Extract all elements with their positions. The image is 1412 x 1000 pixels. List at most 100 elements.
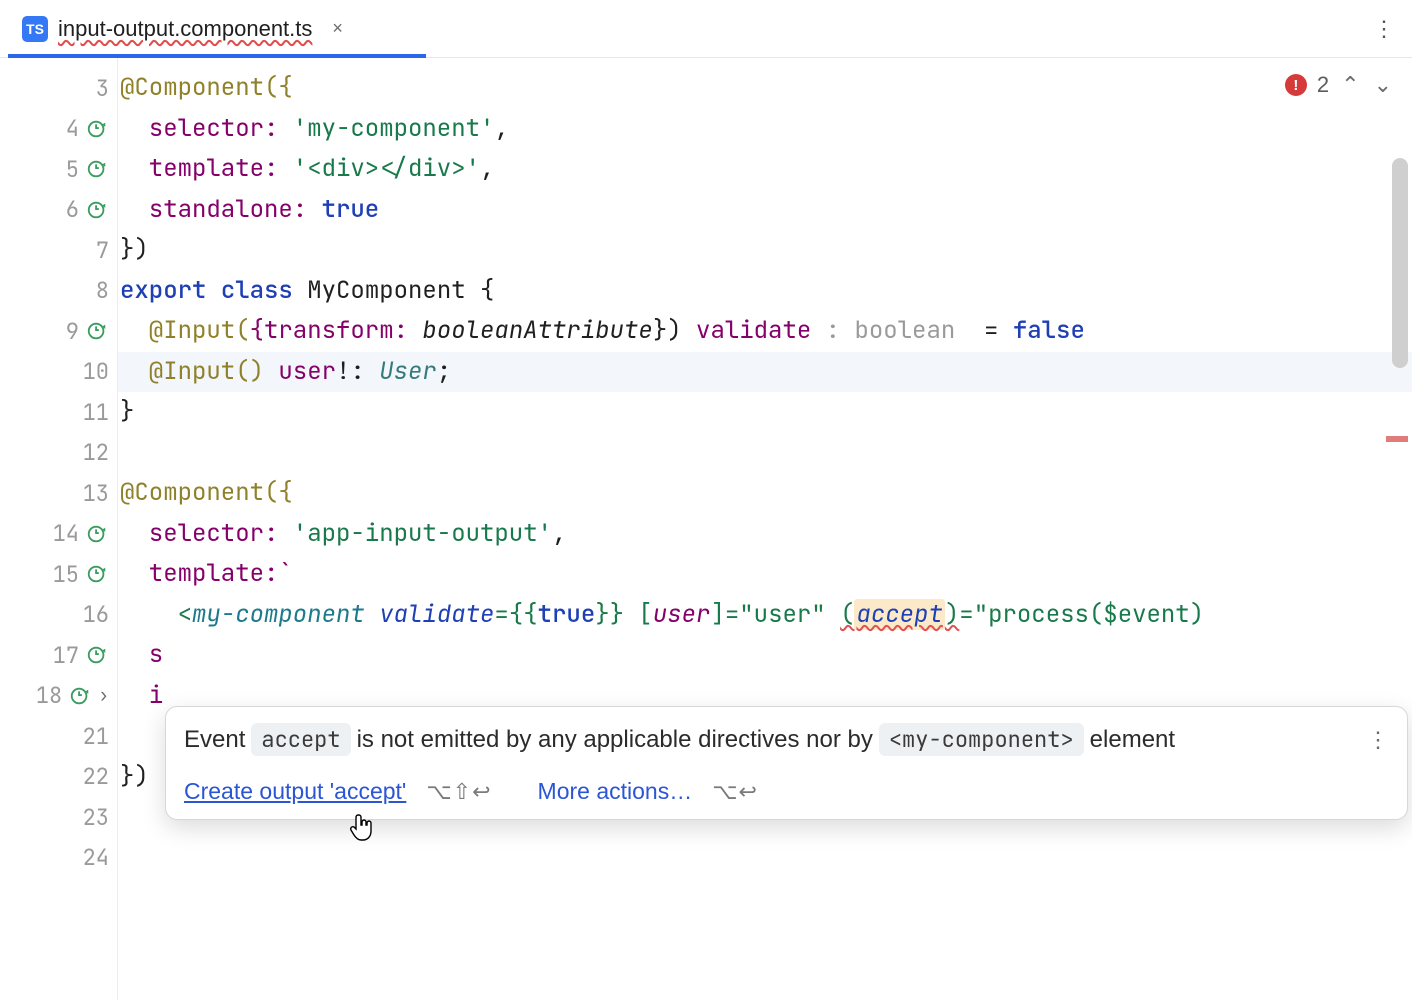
next-error-icon[interactable]: ⌄ [1372,72,1394,98]
code-text [826,599,840,630]
code-text: standalone: [120,194,322,225]
code-text: = [970,315,1013,346]
code-error-token: accept [854,599,944,630]
code-text: User [379,356,437,387]
line-number: 3 [83,74,109,103]
code-text: validate [379,599,494,630]
error-icon: ! [1285,74,1307,96]
code-text: ) [667,315,696,346]
code-text: = [959,599,973,630]
line-number: 9 [53,317,79,346]
problems-widget[interactable]: ! 2 ⌃ ⌄ [1285,72,1394,98]
line-number: 18 [36,681,62,710]
line-number: 11 [83,398,109,427]
editor-tab[interactable]: TS input-output.component.ts × [8,0,357,57]
inspection-message: Event accept is not emitted by any appli… [184,723,1389,756]
code-text: i [120,680,163,711]
code-text: '<div></div>' [293,153,480,184]
code-text: validate [696,315,826,346]
code-text: @Component({ [120,72,293,103]
line-number: 4 [53,114,79,143]
line-number: 23 [83,803,109,832]
gutter: 3 4 5 6 7 8 9 10 11 12 13 14 15 16 17 18… [0,58,118,1000]
code-text: ) [945,599,959,630]
code-text: template: [120,153,293,184]
tab-options-icon[interactable]: ⋮ [1363,10,1404,48]
error-stripe-mark[interactable] [1386,436,1408,442]
code-text: true [538,599,596,630]
editor: 3 4 5 6 7 8 9 10 11 12 13 14 15 16 17 18… [0,58,1412,1000]
line-number: 10 [83,357,109,386]
line-number: 7 [83,236,109,265]
code-text: 'app-input-output' [293,518,552,549]
code-text: @Input( [120,315,250,346]
fold-chevron-icon[interactable]: › [98,684,109,707]
inspection-options-icon[interactable]: ⋮ [1367,727,1389,753]
gutter-marker-icon[interactable] [85,643,109,667]
code-text: @Input() [120,356,278,387]
typescript-file-icon: TS [22,16,48,42]
tab-bar: TS input-output.component.ts × ⋮ [0,0,1412,58]
gutter-marker-icon[interactable] [85,562,109,586]
code-text: @Component({ [120,477,293,508]
line-number: 21 [83,722,109,751]
code-text: "user" [739,599,825,630]
gutter-marker-icon[interactable] [68,684,92,708]
code-text: , [480,153,494,184]
shortcut-hint: ⌥↩ [712,779,758,805]
code-area[interactable]: @Component({ selector: 'my-component', t… [118,58,1412,1000]
vertical-scrollbar[interactable] [1392,158,1408,368]
gutter-marker-icon[interactable] [85,319,109,343]
code-text: ( [840,599,854,630]
code-text: "process($event) [974,599,1204,630]
code-text: class [221,275,307,306]
code-text: ]= [710,599,739,630]
inspection-code-token: accept [251,723,350,756]
tab-filename: input-output.component.ts [58,16,312,42]
line-number: 16 [83,600,109,629]
code-text: < [120,599,192,630]
line-number: 22 [83,762,109,791]
close-tab-icon[interactable]: × [332,18,343,39]
code-text: , [552,518,566,549]
code-text: ={{ [494,599,537,630]
line-number: 15 [53,560,79,589]
line-number: 13 [83,479,109,508]
code-text: }} [ [595,599,653,630]
code-text: : boolean [826,315,970,346]
line-number: 12 [83,438,109,467]
inspection-text: Event [184,726,245,754]
code-text: user [653,599,711,630]
code-text: booleanAttribute [422,315,652,346]
line-number: 6 [53,195,79,224]
code-text: my-component [192,599,365,630]
code-text: } [120,396,134,427]
code-text: {transform: [250,315,423,346]
line-number: 14 [53,519,79,548]
inspection-text: element [1090,726,1175,754]
code-text: 'my-component' [293,113,495,144]
code-text: }) [120,234,149,265]
prev-error-icon[interactable]: ⌃ [1339,72,1361,98]
inspection-popup: Event accept is not emitted by any appli… [165,706,1408,820]
quickfix-link[interactable]: Create output 'accept' [184,778,406,805]
code-text: s [120,639,163,670]
gutter-marker-icon[interactable] [85,522,109,546]
gutter-marker-icon[interactable] [85,117,109,141]
inspection-text: is not emitted by any applicable directi… [357,726,873,754]
error-count: 2 [1317,72,1329,98]
code-text: export [120,275,221,306]
code-text: selector: [120,518,293,549]
code-text: } [653,315,667,346]
line-number: 17 [53,641,79,670]
more-actions-link[interactable]: More actions… [538,778,693,805]
code-text: !: [336,356,379,387]
gutter-marker-icon[interactable] [85,157,109,181]
code-text: MyComponent [307,275,480,306]
inspection-code-token: <my-component> [879,723,1084,756]
code-text: false [1013,315,1085,346]
code-text: { [480,275,494,306]
gutter-marker-icon[interactable] [85,198,109,222]
code-text [365,599,379,630]
code-text: , [494,113,508,144]
